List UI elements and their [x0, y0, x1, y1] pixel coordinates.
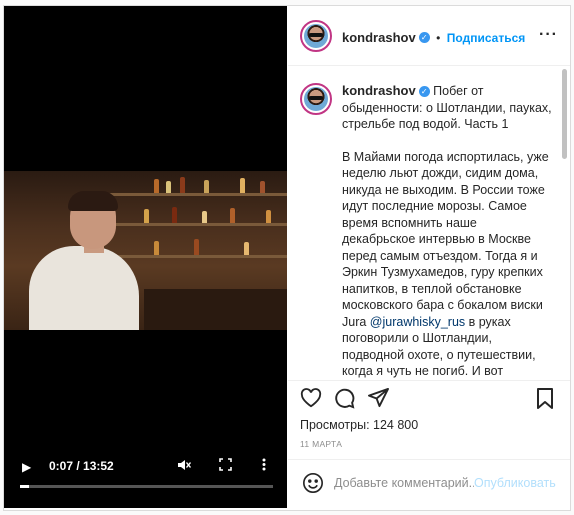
play-icon[interactable]: ▶: [22, 460, 31, 474]
publish-button[interactable]: Опубликовать: [474, 476, 556, 490]
action-bar: [288, 382, 570, 422]
bottle: [166, 181, 171, 193]
fullscreen-icon[interactable]: [219, 458, 232, 474]
comment-bar: Опубликовать: [288, 459, 570, 508]
comment-icon[interactable]: [334, 388, 355, 414]
bottle: [204, 180, 209, 193]
post-header: kondrashov ✓ • Подписаться ···: [288, 6, 570, 66]
caption-scroll-area[interactable]: kondrashov ✓ Побег от обыденности: о Шотл…: [288, 67, 570, 381]
video-controls: ▶ 0:07 / 13:52: [4, 452, 287, 508]
video-progress-fill: [20, 485, 29, 488]
caption-avatar[interactable]: [300, 83, 332, 115]
post-date[interactable]: 11 МАРТА: [300, 439, 342, 449]
bottle: [144, 209, 149, 223]
follow-button[interactable]: Подписаться: [447, 31, 525, 45]
bottle: [240, 178, 245, 193]
bottle: [202, 211, 207, 223]
bottle: [172, 207, 177, 223]
scrollbar[interactable]: [562, 69, 567, 159]
verified-icon: ✓: [418, 86, 430, 98]
more-vert-icon[interactable]: [262, 458, 266, 474]
mention-link[interactable]: @jurawhisky_rus: [370, 315, 465, 329]
separator: •: [436, 31, 441, 45]
bar-shelf: [84, 193, 287, 196]
emoji-icon[interactable]: [302, 472, 324, 499]
caption-body: В Майами погода испортилась, уже неделю …: [342, 149, 549, 329]
bottle: [154, 179, 159, 193]
person-sweater: [29, 246, 139, 330]
share-icon[interactable]: [368, 388, 389, 413]
bottle: [266, 210, 271, 223]
muted-icon[interactable]: [177, 458, 192, 475]
video-progress-bar[interactable]: [20, 485, 273, 488]
avatar[interactable]: [300, 20, 332, 52]
video-frame[interactable]: [4, 171, 287, 330]
comment-input[interactable]: [334, 476, 474, 490]
video-time: 0:07 / 13:52: [49, 459, 114, 473]
bottle: [154, 241, 159, 255]
view-count[interactable]: Просмотры: 124 800: [300, 418, 418, 432]
person-hair: [68, 191, 118, 211]
bottle: [230, 208, 235, 223]
bottle: [180, 177, 185, 193]
username[interactable]: kondrashov: [342, 30, 416, 45]
bottle: [260, 181, 265, 193]
bookmark-icon[interactable]: [536, 388, 554, 414]
caption-username[interactable]: kondrashov: [342, 83, 416, 98]
heart-icon[interactable]: [300, 388, 322, 413]
verified-icon: ✓: [418, 32, 430, 44]
caption-text: kondrashov ✓ Побег от обыденности: о Шотл…: [342, 83, 552, 380]
bar-counter: [144, 289, 287, 330]
more-options-icon[interactable]: ···: [539, 26, 558, 44]
bottle: [194, 239, 199, 255]
bottle: [244, 242, 249, 255]
